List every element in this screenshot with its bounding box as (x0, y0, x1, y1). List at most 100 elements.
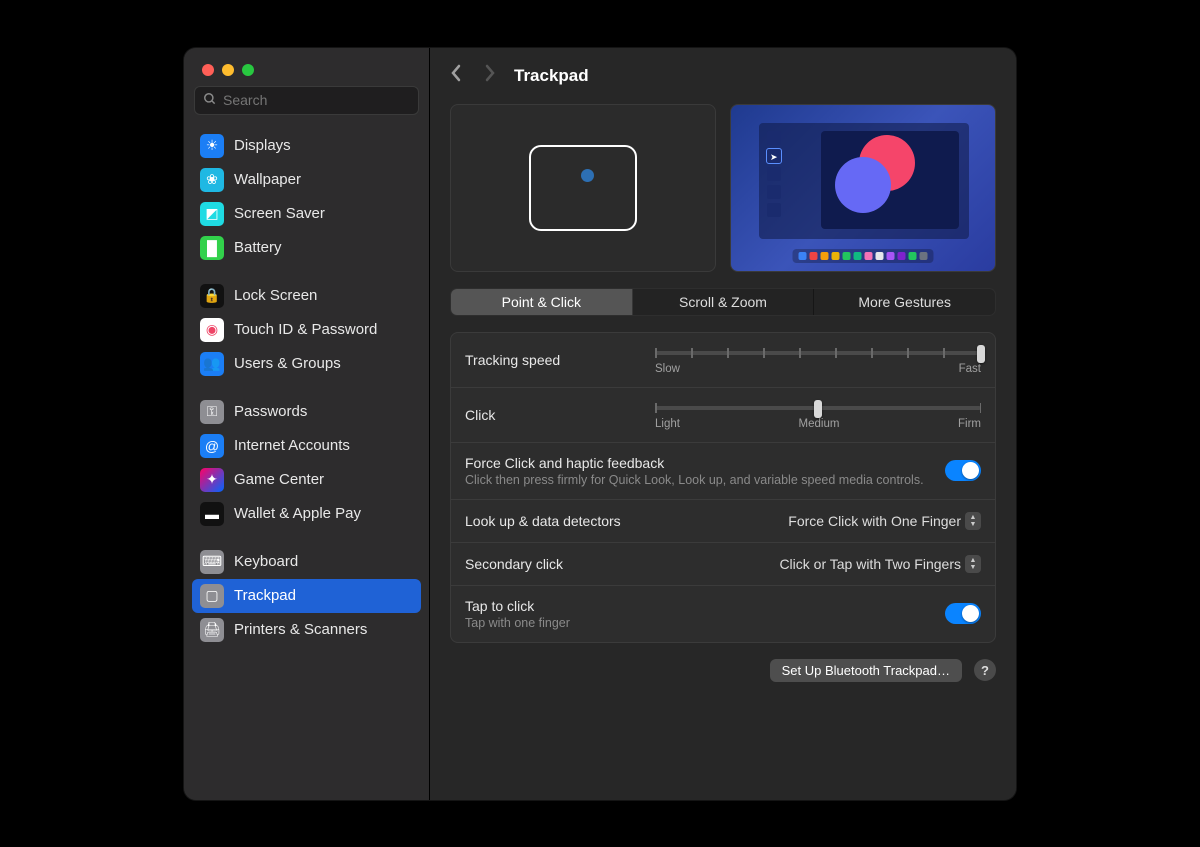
tracking-speed-slider[interactable] (655, 351, 981, 355)
sidebar-item-printers-scanners[interactable]: 🖨 Printers & Scanners (192, 613, 421, 647)
sidebar-item-label: Touch ID & Password (234, 321, 377, 338)
cursor-icon: ➤ (770, 152, 778, 162)
sidebar-list[interactable]: ☀ Displays ❀ Wallpaper ◩ Screen Saver █ Battery… (184, 125, 429, 800)
select-stepper-icon: ▲▼ (965, 512, 981, 530)
click-label: Click (465, 407, 635, 423)
preview-circle-blue-icon (835, 157, 891, 213)
tab-point-click[interactable]: Point & Click (451, 289, 633, 315)
slider-mid-label: Medium (799, 418, 840, 430)
passwords-icon: ⚿ (200, 400, 224, 424)
game-center-icon: ✦ (200, 468, 224, 492)
click-slider[interactable] (655, 406, 981, 410)
force-click-toggle[interactable] (945, 460, 981, 481)
slider-left-label: Light (655, 418, 680, 430)
keyboard-icon: ⌨ (200, 550, 224, 574)
slider-thumb[interactable] (814, 400, 822, 418)
close-icon[interactable] (202, 64, 214, 76)
back-button[interactable] (446, 62, 466, 90)
slider-right-label: Firm (958, 418, 981, 430)
slider-thumb[interactable] (977, 345, 985, 363)
lookup-value: Force Click with One Finger (788, 513, 961, 529)
search-field[interactable] (194, 86, 419, 115)
sidebar-item-wallpaper[interactable]: ❀ Wallpaper (192, 163, 421, 197)
forward-button[interactable] (480, 62, 500, 90)
main-panel: Trackpad ➤ (430, 48, 1016, 800)
lock-screen-icon: 🔒 (200, 284, 224, 308)
row-tracking-speed: Tracking speed Slow Fast (451, 333, 995, 388)
sidebar-item-displays[interactable]: ☀ Displays (192, 129, 421, 163)
row-force-click: Force Click and haptic feedback Click th… (451, 443, 995, 500)
sidebar-item-battery[interactable]: █ Battery (192, 231, 421, 265)
printers-scanners-icon: 🖨 (200, 618, 224, 642)
screen-saver-icon: ◩ (200, 202, 224, 226)
help-button[interactable]: ? (974, 659, 996, 681)
tab-bar: Point & Click Scroll & Zoom More Gesture… (450, 288, 996, 316)
sidebar-item-game-center[interactable]: ✦Game Center (192, 463, 421, 497)
trackpad-outline-icon (529, 145, 637, 231)
sidebar-item-label: Wallpaper (234, 171, 301, 188)
sidebar-item-label: Screen Saver (234, 205, 325, 222)
lookup-select[interactable]: Force Click with One Finger ▲▼ (788, 512, 981, 530)
trackpad-icon: ▢ (200, 584, 224, 608)
force-click-label: Force Click and haptic feedback (465, 455, 925, 471)
sidebar-item-label: Displays (234, 137, 291, 154)
sidebar-item-passwords[interactable]: ⚿ Passwords (192, 395, 421, 429)
sidebar-item-label: Printers & Scanners (234, 621, 367, 638)
content: ➤ Point & Click Scroll & Zoom More Gestu… (430, 100, 1016, 702)
internet-accounts-icon: @ (200, 434, 224, 458)
setup-bluetooth-button[interactable]: Set Up Bluetooth Trackpad… (770, 659, 962, 682)
secondary-click-value: Click or Tap with Two Fingers (779, 556, 961, 572)
wallpaper-icon: ❀ (200, 168, 224, 192)
sidebar-item-wallet-apple-pay[interactable]: ▬ Wallet & Apple Pay (192, 497, 421, 531)
page-title: Trackpad (514, 66, 589, 86)
row-lookup: Look up & data detectors Force Click wit… (451, 500, 995, 543)
settings-window: ☀ Displays ❀ Wallpaper ◩ Screen Saver █ Battery… (184, 48, 1016, 800)
tap-to-click-sub: Tap with one finger (465, 616, 925, 630)
lookup-label: Look up & data detectors (465, 513, 635, 529)
touch-dot-icon (581, 169, 594, 182)
sidebar-item-label: Users & Groups (234, 355, 341, 372)
minimize-icon[interactable] (222, 64, 234, 76)
sidebar-item-users-groups[interactable]: 👥 Users & Groups (192, 347, 421, 381)
sidebar-item-touch-id-password[interactable]: ◉ Touch ID & Password (192, 313, 421, 347)
slider-min-label: Slow (655, 363, 680, 375)
dock-preview-icon (793, 249, 934, 263)
tab-more-gestures[interactable]: More Gestures (814, 289, 995, 315)
zoom-icon[interactable] (242, 64, 254, 76)
tap-to-click-toggle[interactable] (945, 603, 981, 624)
sidebar-item-label: Passwords (234, 403, 307, 420)
sidebar-item-label: Lock Screen (234, 287, 317, 304)
search-icon (203, 92, 217, 109)
window-controls (184, 48, 429, 86)
main-header: Trackpad (430, 48, 1016, 100)
search-input[interactable] (223, 92, 410, 108)
sidebar-item-label: Keyboard (234, 553, 298, 570)
sidebar-item-lock-screen[interactable]: 🔒 Lock Screen (192, 279, 421, 313)
sidebar-item-label: Wallet & Apple Pay (234, 505, 361, 522)
footer: Set Up Bluetooth Trackpad… ? (450, 659, 996, 682)
row-click: Click Light Medium Firm (451, 388, 995, 443)
row-tap-to-click: Tap to click Tap with one finger (451, 586, 995, 642)
secondary-click-select[interactable]: Click or Tap with Two Fingers ▲▼ (779, 555, 981, 573)
sidebar-item-trackpad[interactable]: ▢Trackpad (192, 579, 421, 613)
sidebar-item-label: Battery (234, 239, 282, 256)
force-click-sub: Click then press firmly for Quick Look, … (465, 473, 925, 487)
tap-to-click-label: Tap to click (465, 598, 925, 614)
sidebar-item-keyboard[interactable]: ⌨ Keyboard (192, 545, 421, 579)
sidebar: ☀ Displays ❀ Wallpaper ◩ Screen Saver █ Battery… (184, 48, 430, 800)
secondary-click-label: Secondary click (465, 556, 635, 572)
slider-max-label: Fast (959, 363, 981, 375)
users-groups-icon: 👥 (200, 352, 224, 376)
preview-row: ➤ (450, 104, 996, 272)
sidebar-item-internet-accounts[interactable]: @ Internet Accounts (192, 429, 421, 463)
tracking-speed-label: Tracking speed (465, 352, 635, 368)
trackpad-preview (450, 104, 716, 272)
battery-icon: █ (200, 236, 224, 260)
sidebar-item-label: Internet Accounts (234, 437, 350, 454)
tab-scroll-zoom[interactable]: Scroll & Zoom (633, 289, 815, 315)
wallet-apple-pay-icon: ▬ (200, 502, 224, 526)
displays-icon: ☀ (200, 134, 224, 158)
sidebar-item-screen-saver[interactable]: ◩ Screen Saver (192, 197, 421, 231)
touch-id-password-icon: ◉ (200, 318, 224, 342)
select-stepper-icon: ▲▼ (965, 555, 981, 573)
